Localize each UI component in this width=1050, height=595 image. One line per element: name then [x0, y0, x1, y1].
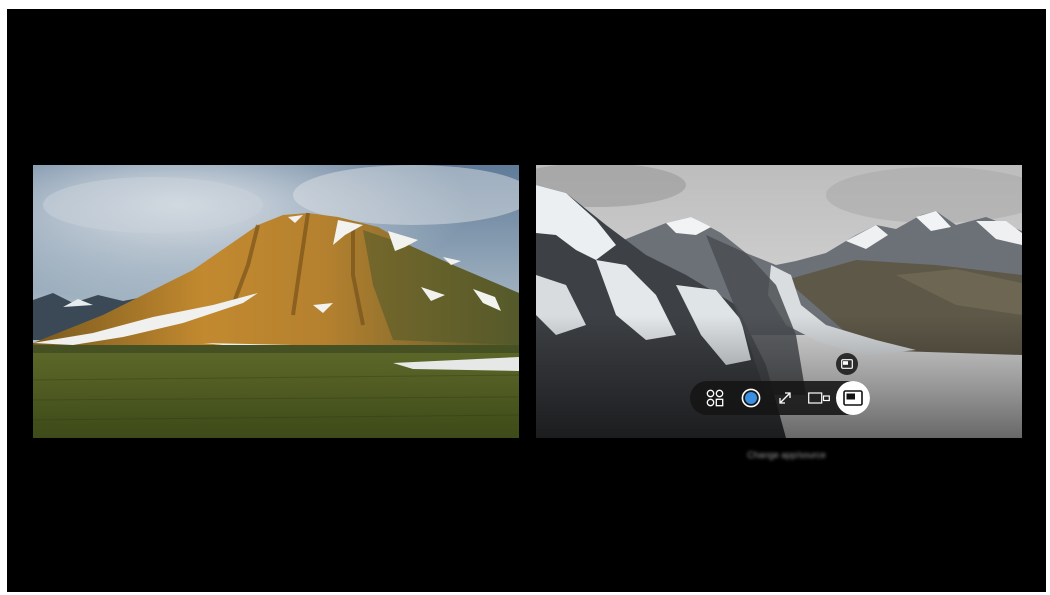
screen-layout-icon — [808, 392, 830, 404]
source-dot-icon — [741, 388, 761, 408]
left-view-panel[interactable] — [33, 165, 519, 438]
pip-button[interactable] — [836, 381, 870, 415]
tv-screen: Change app/source — [7, 9, 1046, 592]
source-button[interactable] — [734, 381, 768, 415]
small-pip-button[interactable] — [836, 353, 858, 375]
apps-grid-icon — [706, 389, 724, 407]
layout-button[interactable] — [802, 381, 836, 415]
small-pip-icon — [841, 359, 853, 369]
apps-button[interactable] — [698, 381, 732, 415]
caption-text: Change app/source — [747, 450, 826, 460]
multi-view-toolbar — [690, 381, 870, 415]
toolbar-caption: Change app/source — [7, 445, 1046, 463]
expand-arrows-icon — [779, 392, 791, 404]
mountain-landscape-image — [33, 165, 519, 438]
picture-in-picture-icon — [843, 390, 863, 406]
fullscreen-button[interactable] — [768, 381, 802, 415]
